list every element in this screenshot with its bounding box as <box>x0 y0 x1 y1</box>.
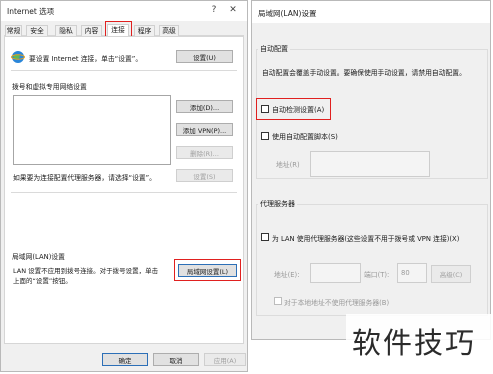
remove-button[interactable]: 删除(R)... <box>176 146 233 159</box>
add-vpn-button[interactable]: 添加 VPN(P)... <box>176 123 233 136</box>
ok-button[interactable]: 确定 <box>102 353 148 366</box>
lan-description-line2: 上面的“设置”按钮。 <box>13 277 72 285</box>
auto-config-description: 自动配置会覆盖手动设置。要确保使用手动设置，请禁用自动配置。 <box>262 69 466 77</box>
use-script-checkbox[interactable] <box>261 132 269 140</box>
use-script-label: 使用自动配置脚本(S) <box>272 133 338 141</box>
proxy-server-group-label: 代理服务器 <box>258 199 297 209</box>
script-address-label: 地址(R) <box>276 161 300 169</box>
internet-options-title: Internet 选项 <box>7 7 55 16</box>
lan-settings-title: 局域网(LAN)设置 <box>258 9 317 18</box>
tab-programs[interactable]: 程序 <box>134 25 155 36</box>
watermark-text: 软件技巧 <box>352 326 477 360</box>
close-button[interactable]: ✕ <box>227 5 239 15</box>
port-value: 80 <box>401 269 410 277</box>
proxy-address-input[interactable] <box>310 263 361 283</box>
proxy-text: 如果要为连接配置代理服务器，请选择“设置”。 <box>13 174 156 182</box>
apply-button[interactable]: 应用(A) <box>204 353 246 366</box>
script-address-input[interactable] <box>310 151 430 177</box>
globe-icon <box>11 50 25 64</box>
bypass-local-checkbox[interactable] <box>274 297 282 305</box>
internet-options-dialog: Internet 选项 ? ✕ 常规 安全 隐私 内容 连接 程序 高级 要设置… <box>0 0 248 372</box>
port-input[interactable]: 80 <box>397 263 427 283</box>
setup-text: 要设置 Internet 连接，单击“设置”。 <box>29 55 143 63</box>
tab-advanced[interactable]: 高级 <box>159 25 179 36</box>
connections-page: 要设置 Internet 连接，单击“设置”。 设置(U) 拨号和虚拟专用网络设… <box>4 36 244 344</box>
bypass-local-label: 对于本地地址不使用代理服务器(B) <box>284 299 390 307</box>
tab-general[interactable]: 常规 <box>5 25 22 36</box>
lan-settings-titlebar: 局域网(LAN)设置 <box>252 1 490 23</box>
help-button[interactable]: ? <box>208 5 220 15</box>
settings-button[interactable]: 设置(S) <box>176 169 233 182</box>
advanced-button[interactable]: 高级(C) <box>431 265 471 283</box>
use-proxy-label: 为 LAN 使用代理服务器(这些设置不用于拨号或 VPN 连接)(X) <box>272 235 460 243</box>
dialup-section-label: 拨号和虚拟专用网络设置 <box>12 83 87 91</box>
use-proxy-checkbox[interactable] <box>261 233 269 241</box>
tab-security[interactable]: 安全 <box>26 25 48 36</box>
cancel-button[interactable]: 取消 <box>153 353 199 366</box>
lan-settings-highlight <box>174 259 241 281</box>
auto-detect-checkbox[interactable] <box>261 105 269 113</box>
tab-content[interactable]: 内容 <box>81 25 102 36</box>
divider <box>11 70 237 71</box>
auto-config-group-label: 自动配置 <box>258 44 290 54</box>
divider <box>11 192 237 193</box>
setup-button[interactable]: 设置(U) <box>176 50 233 63</box>
tab-privacy[interactable]: 隐私 <box>55 25 77 36</box>
internet-options-titlebar: Internet 选项 ? ✕ <box>1 1 247 21</box>
auto-detect-label: 自动检测设置(A) <box>272 106 325 114</box>
proxy-address-label: 地址(E): <box>274 271 300 279</box>
add-button[interactable]: 添加(D)... <box>176 100 233 113</box>
lan-description-line1: LAN 设置不应用到拨号连接。对于拨号设置，单击 <box>13 267 159 275</box>
port-label: 端口(T): <box>364 271 390 279</box>
lan-section-label: 局域网(LAN)设置 <box>12 253 65 261</box>
dialup-connections-list[interactable] <box>13 95 171 165</box>
lan-settings-dialog: 局域网(LAN)设置 自动配置 自动配置会覆盖手动设置。要确保使用手动设置，请禁… <box>251 0 491 340</box>
